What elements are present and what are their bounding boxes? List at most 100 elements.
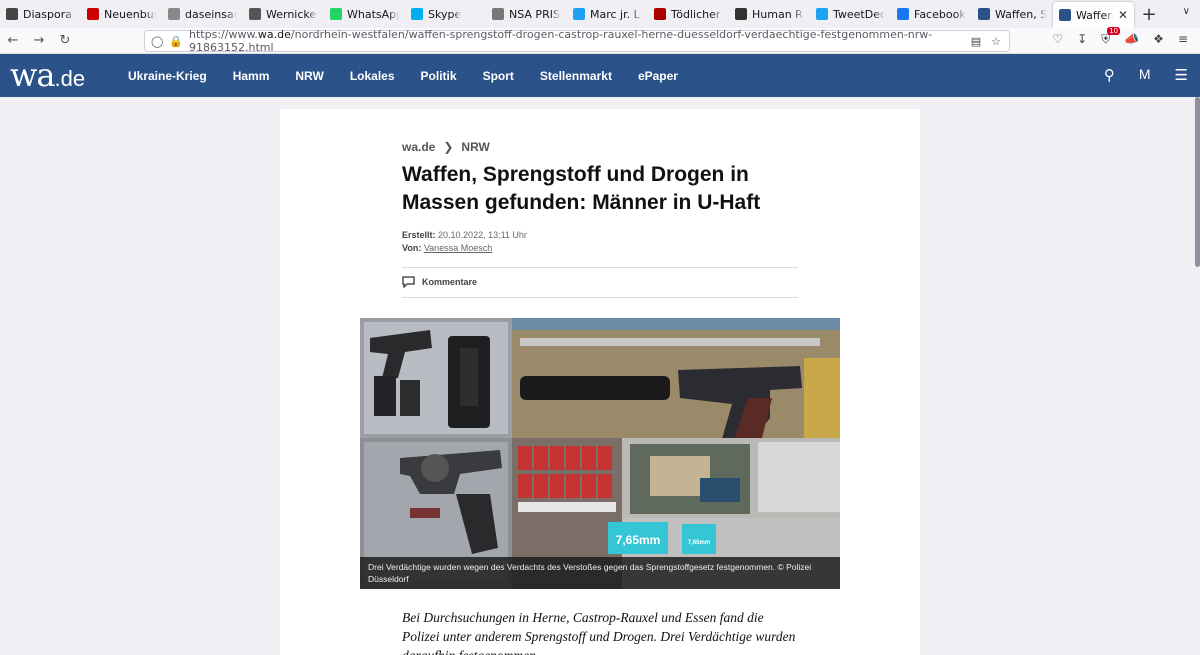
- browser-tab[interactable]: Diaspora Eur: [0, 0, 81, 28]
- article-meta: Erstellt: 20.10.2022, 13:11 Uhr Von: Van…: [402, 229, 527, 255]
- tab-favicon-icon: [897, 8, 909, 20]
- tab-favicon-icon: [411, 8, 423, 20]
- merkliste-icon[interactable]: M: [1139, 66, 1151, 84]
- divider: [402, 297, 798, 298]
- tab-label: Diaspora Eur: [23, 7, 75, 21]
- browser-tab[interactable]: NSA PRISM: [486, 0, 567, 28]
- browser-tab[interactable]: Tödlicher Am: [648, 0, 729, 28]
- site-header: wa.de Ukraine-Krieg Hamm NRW Lokales Politik…: [0, 54, 1200, 97]
- tab-label: Tödlicher Am: [671, 7, 723, 21]
- tab-label: Marc jr. Land: [590, 7, 642, 21]
- browser-tab[interactable]: Human Righ: [729, 0, 810, 28]
- browser-tab[interactable]: WhatsApp: [324, 0, 405, 28]
- tab-favicon-icon: [1059, 9, 1071, 21]
- tab-favicon-icon: [330, 8, 342, 20]
- nav-item-sport[interactable]: Sport: [483, 69, 514, 83]
- browser-tab[interactable]: daseinsanalyse: [162, 0, 243, 28]
- browser-tab[interactable]: Wernicke-Ze: [243, 0, 324, 28]
- browser-tab[interactable]: Waffen, Sp ✕: [1053, 2, 1134, 28]
- article-lead: Bei Durchsuchungen in Herne, Castrop-Rau…: [402, 610, 796, 655]
- tab-label: Neuenburger: [104, 7, 156, 21]
- photo-caption: Drei Verdächtige wurden wegen des Verdac…: [360, 557, 840, 589]
- tab-favicon-icon: [249, 8, 261, 20]
- url-bar[interactable]: ◯ 🔒 https://www.wa.de/nordrhein-westfale…: [144, 28, 1010, 54]
- tab-strip: Diaspora Eur Neuenburger daseinsanalyse Wer…: [0, 0, 1200, 28]
- tab-favicon-icon: [735, 8, 747, 20]
- breadcrumb-home[interactable]: wa.de: [402, 140, 435, 154]
- shield-icon[interactable]: ◯: [151, 35, 163, 48]
- browser-tab[interactable]: Neuenburger: [81, 0, 162, 28]
- tab-overflow-chevron-icon[interactable]: ∨: [1183, 6, 1190, 17]
- site-logo[interactable]: wa.de: [10, 58, 85, 96]
- browser-tab[interactable]: Skype: [405, 0, 486, 28]
- reader-view-icon[interactable]: ▤: [971, 35, 981, 48]
- tab-label: Waffen, Sp: [1076, 8, 1113, 22]
- tab-label: Wernicke-Ze: [266, 7, 318, 21]
- browser-tab[interactable]: Marc jr. Land: [567, 0, 648, 28]
- article-title: Waffen, Sprengstoff und Drogen in Massen…: [402, 163, 761, 214]
- chevron-right-icon: ❯: [443, 140, 454, 154]
- evidence-photo-collage: 7,65mm 7,65mm: [360, 318, 840, 589]
- breadcrumb: wa.de ❯ NRW: [402, 140, 490, 154]
- navigation-toolbar: ← → ↻ ◯ 🔒 https://www.wa.de/nordrhein-we…: [0, 27, 1200, 54]
- page-scrollbar[interactable]: [1195, 97, 1200, 267]
- nav-item-ukraine-krieg[interactable]: Ukraine-Krieg: [128, 69, 207, 83]
- browser-tab[interactable]: Facebook: [891, 0, 972, 28]
- comments-link[interactable]: Kommentare: [402, 276, 477, 288]
- downloads-icon[interactable]: ↧: [1077, 32, 1087, 47]
- nav-item-lokales[interactable]: Lokales: [350, 69, 395, 83]
- created-label: Erstellt:: [402, 230, 436, 240]
- tab-favicon-icon: [978, 8, 990, 20]
- new-tab-icon[interactable]: +: [1134, 0, 1164, 28]
- extensions-icon[interactable]: ❖: [1153, 32, 1164, 47]
- close-tab-icon[interactable]: ✕: [1118, 8, 1128, 22]
- tab-label: Facebook: [914, 7, 966, 21]
- tab-label: Waffen, Spre: [995, 7, 1047, 21]
- created-date: 20.10.2022, 13:11 Uhr: [438, 230, 527, 240]
- comments-label: Kommentare: [422, 277, 478, 287]
- bookmark-star-icon[interactable]: ☆: [991, 35, 1001, 48]
- addon-badge-count: 10: [1107, 27, 1121, 35]
- tab-favicon-icon: [6, 8, 18, 20]
- nav-item-nrw[interactable]: NRW: [295, 69, 323, 83]
- hamburger-menu-icon[interactable]: ☰: [1175, 66, 1188, 84]
- menu-icon[interactable]: ≡: [1178, 32, 1188, 47]
- author-label: Von:: [402, 243, 422, 253]
- ammo-box-label: 7,65mm: [616, 533, 661, 547]
- tab-label: Skype: [428, 7, 462, 21]
- nav-item-stellenmarkt[interactable]: Stellenmarkt: [540, 69, 612, 83]
- divider: [402, 267, 798, 268]
- browser-tab[interactable]: Waffen, Spre: [972, 0, 1053, 28]
- tab-label: Human Righ: [752, 7, 804, 21]
- comment-bubble-icon: [402, 276, 415, 288]
- tab-favicon-icon: [573, 8, 585, 20]
- article-container: wa.de ❯ NRW Waffen, Sprengstoff und Drog…: [280, 109, 920, 655]
- tab-favicon-icon: [87, 8, 99, 20]
- tab-label: daseinsanalyse: [185, 7, 237, 21]
- main-nav: Ukraine-Krieg Hamm NRW Lokales Politik Sport S…: [128, 54, 704, 97]
- tab-label: NSA PRISM: [509, 7, 561, 21]
- megaphone-icon[interactable]: 📣: [1124, 32, 1139, 47]
- ammo-box-label: 7,65mm: [688, 540, 710, 546]
- tab-favicon-icon: [654, 8, 666, 20]
- author-link[interactable]: Vanessa Moesch: [424, 243, 492, 253]
- lock-icon[interactable]: 🔒: [169, 35, 183, 48]
- breadcrumb-section[interactable]: NRW: [461, 140, 489, 154]
- pocket-icon[interactable]: ♡: [1052, 32, 1063, 47]
- back-icon[interactable]: ←: [0, 33, 26, 48]
- nav-item-politik[interactable]: Politik: [421, 69, 457, 83]
- url-text: https://www.wa.de/nordrhein-westfalen/wa…: [189, 28, 933, 54]
- tab-label: TweetDeck: [833, 7, 885, 21]
- addon-shield-icon[interactable]: ⛨ 10: [1101, 27, 1121, 47]
- nav-item-epaper[interactable]: ePaper: [638, 69, 678, 83]
- nav-item-hamm[interactable]: Hamm: [233, 69, 270, 83]
- tab-favicon-icon: [492, 8, 504, 20]
- tab-label: WhatsApp: [347, 7, 399, 21]
- article-photo[interactable]: 7,65mm 7,65mm Drei Verdächtige wurden we…: [360, 318, 840, 589]
- forward-icon[interactable]: →: [26, 33, 52, 48]
- tab-favicon-icon: [816, 8, 828, 20]
- browser-tab[interactable]: TweetDeck: [810, 0, 891, 28]
- reload-icon[interactable]: ↻: [52, 33, 78, 48]
- search-icon[interactable]: ⚲: [1104, 66, 1115, 84]
- tab-favicon-icon: [168, 8, 180, 20]
